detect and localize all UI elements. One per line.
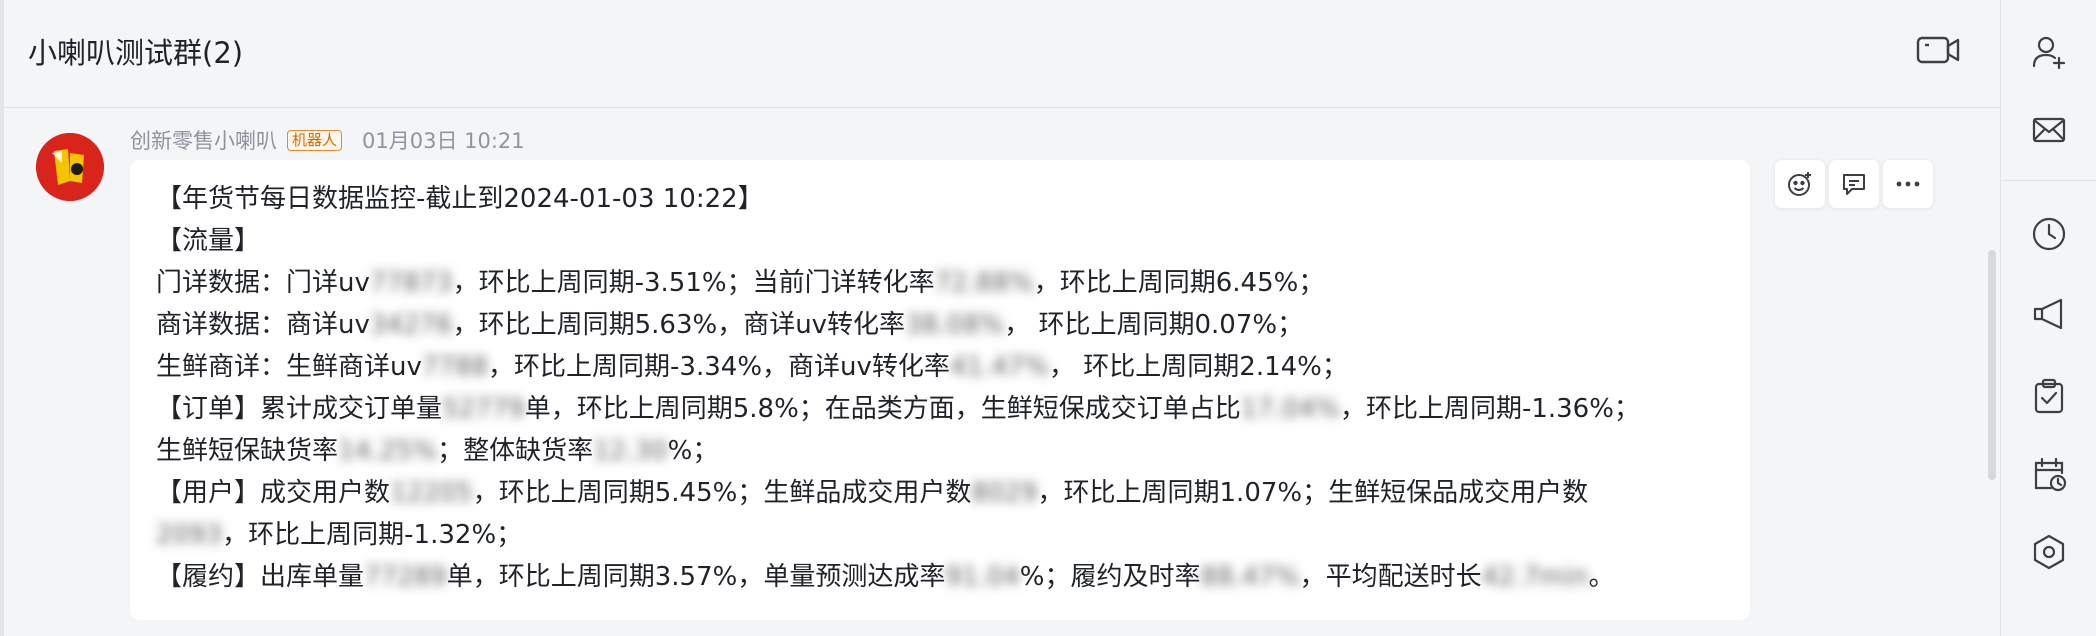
redacted-value: 42.7min <box>1481 562 1589 592</box>
redacted-value: 14.25% <box>338 436 438 466</box>
redacted-value: 77289 <box>364 562 447 592</box>
message-line: 【流量】 <box>156 220 1746 262</box>
redacted-value: 77873 <box>369 268 453 298</box>
announcement-icon[interactable] <box>2023 288 2075 340</box>
message-text: 单，环比上周同期3.57%，单量预测达成率 <box>446 562 946 592</box>
calendar-icon[interactable] <box>2023 448 2075 500</box>
message-bubble: 【年货节每日数据监控-截止到2024-01-03 10:22】 【流量】 门详数据… <box>130 160 1750 620</box>
message-text: ，环比上周同期1.07%；生鲜短保品成交用户数 <box>1037 478 1589 508</box>
message-text: ，环比上周同期-3.34%，商详uv转化率 <box>488 352 950 382</box>
task-clipboard-icon[interactable] <box>2023 370 2075 422</box>
message-line: 生鲜商详：生鲜商详uv7788，环比上周同期-3.34%，商详uv转化率41.4… <box>156 346 1746 388</box>
avatar[interactable] <box>36 133 104 201</box>
message-text: ，环比上周同期6.45%； <box>1033 268 1325 298</box>
redacted-value: 72.88% <box>934 268 1034 298</box>
more-options-icon[interactable] <box>1882 159 1934 209</box>
message-line: 2093，环比上周同期-1.32%； <box>156 514 1746 556</box>
video-call-icon[interactable] <box>1916 32 1960 68</box>
chat-pane: 小喇叭测试群(2) 创新零售小喇叭 机器人 01月03日 10:21 【年货节每… <box>4 0 2000 636</box>
message-text: ，平均配送时长 <box>1299 562 1482 592</box>
message-line: 门详数据：门详uv77873，环比上周同期-3.51%；当前门详转化率72.88… <box>156 262 1746 304</box>
message-timestamp: 01月03日 10:21 <box>362 129 525 153</box>
settings-icon[interactable] <box>2023 526 2075 578</box>
message-text: 【用户】成交用户数 <box>156 478 391 508</box>
message-meta: 创新零售小喇叭 机器人 01月03日 10:21 <box>130 126 525 154</box>
message-text: 【订单】累计成交订单量 <box>156 394 443 424</box>
bot-badge: 机器人 <box>287 129 343 151</box>
message-body: 【年货节每日数据监控-截止到2024-01-03 10:22】 【流量】 门详数据… <box>156 178 1746 598</box>
message-text: 商详数据：商详uv <box>156 310 370 340</box>
redacted-value: 52779 <box>442 394 525 424</box>
redacted-value: 34276 <box>369 310 453 340</box>
redacted-value: 12205 <box>390 478 473 508</box>
message-text: ；整体缺货率 <box>437 436 594 466</box>
redacted-value: 7788 <box>421 352 489 382</box>
toolbar-divider <box>2001 180 2096 181</box>
scrollbar[interactable] <box>1988 250 1996 480</box>
message-text: ，环比上周同期5.45%；生鲜品成交用户数 <box>472 478 972 508</box>
message-text: ， 环比上周同期2.14%； <box>1049 352 1348 382</box>
message-text: 【流量】 <box>156 226 261 256</box>
message-line: 【用户】成交用户数12205，环比上周同期5.45%；生鲜品成交用户数8029，… <box>156 472 1746 514</box>
message-line: 【履约】出库单量77289单，环比上周同期3.57%，单量预测达成率91.04%… <box>156 556 1746 598</box>
message-text: %；履约及时率 <box>1019 562 1201 592</box>
message-line: 商详数据：商详uv34276，环比上周同期5.63%，商详uv转化率38.08%… <box>156 304 1746 346</box>
message-text: 。 <box>1588 562 1615 592</box>
message-text: ，环比上周同期-1.32%； <box>222 520 523 550</box>
add-member-icon[interactable] <box>2023 26 2075 78</box>
message-line: 【订单】累计成交订单量52779单，环比上周同期5.8%；在品类方面，生鲜短保成… <box>156 388 1746 430</box>
redacted-value: 2093 <box>156 520 223 550</box>
message-text: 【履约】出库单量 <box>156 562 365 592</box>
redacted-value: 17.04% <box>1240 394 1340 424</box>
chat-header: 小喇叭测试群(2) <box>4 0 2000 108</box>
message-line: 生鲜短保缺货率14.25%；整体缺货率12.30%； <box>156 430 1746 472</box>
message-text: ，环比上周同期5.63%，商详uv转化率 <box>452 310 906 340</box>
message-text: ，环比上周同期-3.51%；当前门详转化率 <box>452 268 935 298</box>
message-text: %； <box>667 436 719 466</box>
message-text: 门详数据：门详uv <box>156 268 370 298</box>
redacted-value: 88.47% <box>1200 562 1300 592</box>
message-text: ，环比上周同期-1.36%； <box>1339 394 1640 424</box>
chat-title: 小喇叭测试群(2) <box>28 36 244 70</box>
redacted-value: 8029 <box>971 478 1038 508</box>
message-text: 单，环比上周同期5.8%；在品类方面，生鲜短保成交订单占比 <box>524 394 1241 424</box>
sender-name[interactable]: 创新零售小喇叭 <box>130 125 277 155</box>
mail-icon[interactable] <box>2023 104 2075 156</box>
message-text: 【年货节每日数据监控-截止到2024-01-03 10:22】 <box>156 184 764 214</box>
right-toolbar <box>2000 0 2096 636</box>
emoji-reaction-icon[interactable] <box>1774 159 1826 209</box>
message-text: 生鲜短保缺货率 <box>156 436 339 466</box>
redacted-value: 38.08% <box>905 310 1005 340</box>
message-text: 生鲜商详：生鲜商详uv <box>156 352 422 382</box>
redacted-value: 12.30 <box>593 436 668 466</box>
message-line: 【年货节每日数据监控-截止到2024-01-03 10:22】 <box>156 178 1746 220</box>
message-text: ， 环比上周同期0.07%； <box>1004 310 1304 340</box>
message-actions <box>1774 159 1934 209</box>
reply-comment-icon[interactable] <box>1828 159 1880 209</box>
redacted-value: 91.04 <box>945 562 1020 592</box>
redacted-value: 41.47% <box>949 352 1050 382</box>
history-clock-icon[interactable] <box>2023 208 2075 260</box>
